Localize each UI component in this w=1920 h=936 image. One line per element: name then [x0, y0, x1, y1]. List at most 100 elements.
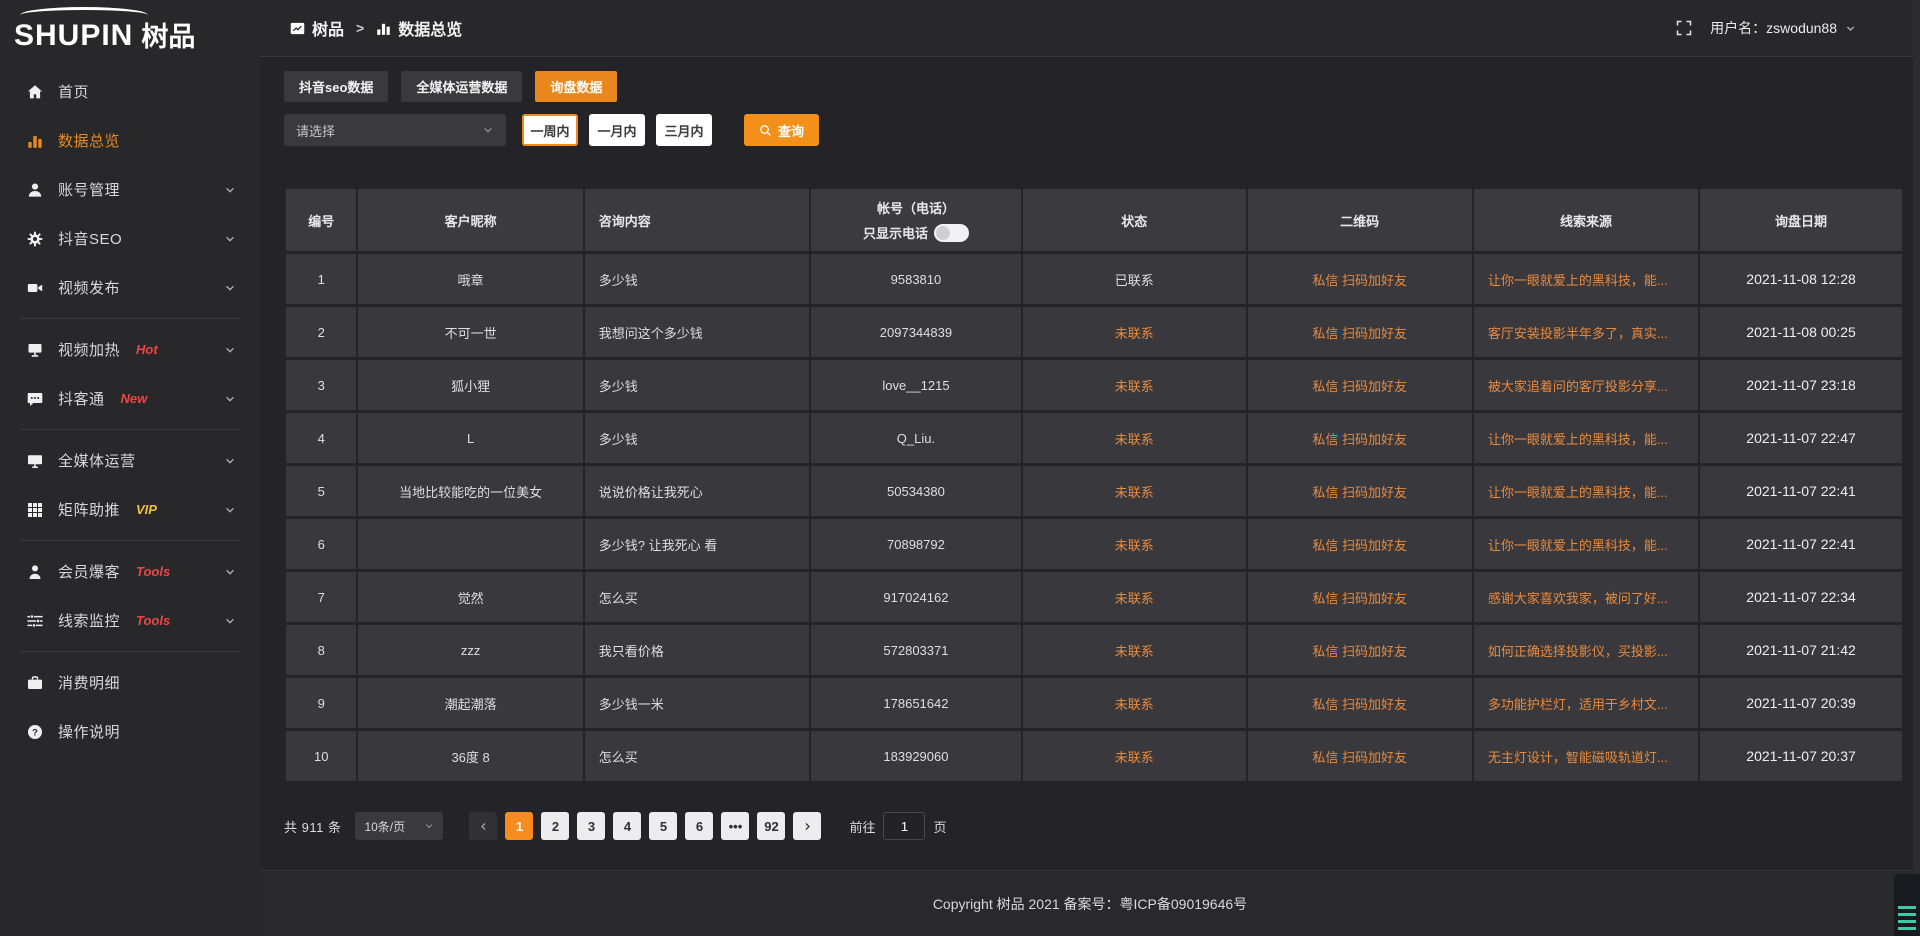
total-count-label: 共 911 条: [284, 817, 341, 836]
logo-arc-decoration: [20, 7, 148, 23]
brand-logo[interactable]: SHUPIN 树品: [0, 0, 260, 57]
monitor-icon: [27, 453, 43, 469]
sidebar-item-consumption-detail[interactable]: 消费明细: [0, 658, 260, 707]
menu-divider: [20, 651, 240, 652]
cell-nickname: L: [358, 413, 582, 463]
page-button[interactable]: 4: [613, 812, 641, 840]
page-button[interactable]: 5: [649, 812, 677, 840]
cell-content: 多少钱: [585, 254, 809, 304]
prev-page-button[interactable]: [469, 812, 497, 840]
range-quarter-button[interactable]: 三月内: [656, 114, 712, 146]
cell-status: 未联系: [1023, 307, 1246, 357]
cell-source[interactable]: 多功能护栏灯，适用于乡村文...: [1474, 678, 1698, 728]
cell-source[interactable]: 让你一眼就爱上的黑科技，能...: [1474, 413, 1698, 463]
range-month-button[interactable]: 一月内: [589, 114, 645, 146]
cell-qrcode[interactable]: 私信 扫码加好友: [1248, 254, 1472, 304]
page-button[interactable]: 1: [505, 812, 533, 840]
goto-label: 前往: [849, 817, 875, 836]
main-area: 树品 > 数据总览 用户名：zswodun88 抖音seo数据 全媒体运营数据 …: [260, 0, 1920, 936]
sidebar-item-video-heating[interactable]: 视频加热 Hot: [0, 325, 260, 374]
help-circle-icon: ?: [27, 724, 43, 740]
tab-omni-media-data[interactable]: 全媒体运营数据: [401, 71, 522, 102]
cell-source[interactable]: 让你一眼就爱上的黑科技，能...: [1474, 254, 1698, 304]
page-button[interactable]: 3: [577, 812, 605, 840]
user-menu[interactable]: 用户名：zswodun88: [1710, 18, 1856, 38]
sidebar-item-operation-guide[interactable]: ? 操作说明: [0, 707, 260, 756]
cell-qrcode[interactable]: 私信 扫码加好友: [1248, 731, 1472, 781]
account-select[interactable]: 请选择: [284, 114, 506, 146]
sidebar-item-label: 抖客通: [58, 388, 105, 409]
table-header-row: 编号 客户昵称 咨询内容 帐号（电话） 只显示电话: [286, 189, 1902, 251]
cell-content: 多少钱? 让我死心 看: [585, 519, 809, 569]
cell-qrcode[interactable]: 私信 扫码加好友: [1248, 572, 1472, 622]
chevron-down-icon: [224, 455, 236, 467]
cell-qrcode[interactable]: 私信 扫码加好友: [1248, 678, 1472, 728]
cell-qrcode[interactable]: 私信 扫码加好友: [1248, 519, 1472, 569]
cell-source[interactable]: 客厅安装投影半年多了，真实...: [1474, 307, 1698, 357]
cell-qrcode[interactable]: 私信 扫码加好友: [1248, 413, 1472, 463]
tab-inquiry-data[interactable]: 询盘数据: [535, 71, 617, 102]
sidebar-item-label: 视频发布: [58, 277, 120, 298]
cell-source[interactable]: 被大家追着问的客厅投影分享...: [1474, 360, 1698, 410]
sidebar-item-member-burst[interactable]: 会员爆客 Tools: [0, 547, 260, 596]
phone-only-toggle[interactable]: [934, 224, 969, 242]
pagination: 共 911 条 10条/页 123456•••92 前往 页: [284, 812, 1904, 840]
cell-nickname: 狐小狸: [358, 360, 582, 410]
page-button[interactable]: 6: [685, 812, 713, 840]
page-size-select[interactable]: 10条/页: [355, 812, 443, 840]
cell-content: 说说价格让我死心: [585, 466, 809, 516]
breadcrumb-home[interactable]: 树品: [312, 16, 344, 40]
goto-page-input[interactable]: [883, 812, 925, 840]
menu-divider: [20, 318, 240, 319]
cell-account: 9583810: [811, 254, 1021, 304]
query-button[interactable]: 查询: [744, 114, 819, 146]
tools-badge: Tools: [136, 564, 170, 579]
cell-status: 未联系: [1023, 625, 1246, 675]
sidebar-item-omni-media[interactable]: 全媒体运营: [0, 436, 260, 485]
logo-latin-text: SHUPIN: [14, 21, 133, 51]
cell-qrcode[interactable]: 私信 扫码加好友: [1248, 466, 1472, 516]
sidebar-item-label: 全媒体运营: [58, 450, 136, 471]
inquiry-table-wrap: 编号 客户昵称 咨询内容 帐号（电话） 只显示电话: [284, 186, 1904, 784]
table-row: 2不可一世我想问这个多少钱2097344839未联系私信 扫码加好友客厅安装投影…: [286, 307, 1902, 357]
fullscreen-icon[interactable]: [1676, 20, 1692, 36]
cell-no: 2: [286, 307, 356, 357]
sidebar-item-douketong[interactable]: 抖客通 New: [0, 374, 260, 423]
cell-source[interactable]: 让你一眼就爱上的黑科技，能...: [1474, 466, 1698, 516]
page-button[interactable]: 2: [541, 812, 569, 840]
gear-icon: [27, 231, 43, 247]
cell-no: 3: [286, 360, 356, 410]
page-button[interactable]: 92: [757, 812, 785, 840]
sidebar-item-home[interactable]: 首页: [0, 67, 260, 116]
cell-source[interactable]: 感谢大家喜欢我家，被问了好...: [1474, 572, 1698, 622]
cell-qrcode[interactable]: 私信 扫码加好友: [1248, 360, 1472, 410]
chevron-left-icon: [478, 821, 489, 832]
sidebar-item-data-overview[interactable]: 数据总览: [0, 116, 260, 165]
hot-badge: Hot: [136, 342, 158, 357]
cell-account: 70898792: [811, 519, 1021, 569]
bar-chart-icon: [27, 133, 43, 149]
tab-douyin-seo-data[interactable]: 抖音seo数据: [284, 71, 388, 102]
cell-content: 我想问这个多少钱: [585, 307, 809, 357]
sidebar-item-douyin-seo[interactable]: 抖音SEO: [0, 214, 260, 263]
cell-qrcode[interactable]: 私信 扫码加好友: [1248, 625, 1472, 675]
sidebar-item-matrix-boost[interactable]: 矩阵助推 VIP: [0, 485, 260, 534]
chevron-right-icon: [802, 821, 813, 832]
range-week-button[interactable]: 一周内: [522, 114, 578, 146]
cell-source[interactable]: 让你一眼就爱上的黑科技，能...: [1474, 519, 1698, 569]
sidebar-item-video-publish[interactable]: 视频发布: [0, 263, 260, 312]
cell-source[interactable]: 如何正确选择投影仪，买投影...: [1474, 625, 1698, 675]
page-ellipsis-button[interactable]: •••: [721, 812, 749, 840]
corner-widget[interactable]: [1894, 874, 1920, 936]
cell-source[interactable]: 无主灯设计，智能磁吸轨道灯...: [1474, 731, 1698, 781]
sidebar-item-lead-monitor[interactable]: 线索监控 Tools: [0, 596, 260, 645]
next-page-button[interactable]: [793, 812, 821, 840]
header-date: 询盘日期: [1700, 189, 1902, 251]
cell-status: 未联系: [1023, 572, 1246, 622]
cell-qrcode[interactable]: 私信 扫码加好友: [1248, 307, 1472, 357]
page-number-buttons: 123456 ••• 92: [501, 812, 789, 840]
sidebar-item-label: 首页: [58, 81, 89, 102]
query-button-label: 查询: [778, 121, 804, 140]
sidebar-item-account-management[interactable]: 账号管理: [0, 165, 260, 214]
scrollbar-track[interactable]: [1913, 0, 1920, 936]
